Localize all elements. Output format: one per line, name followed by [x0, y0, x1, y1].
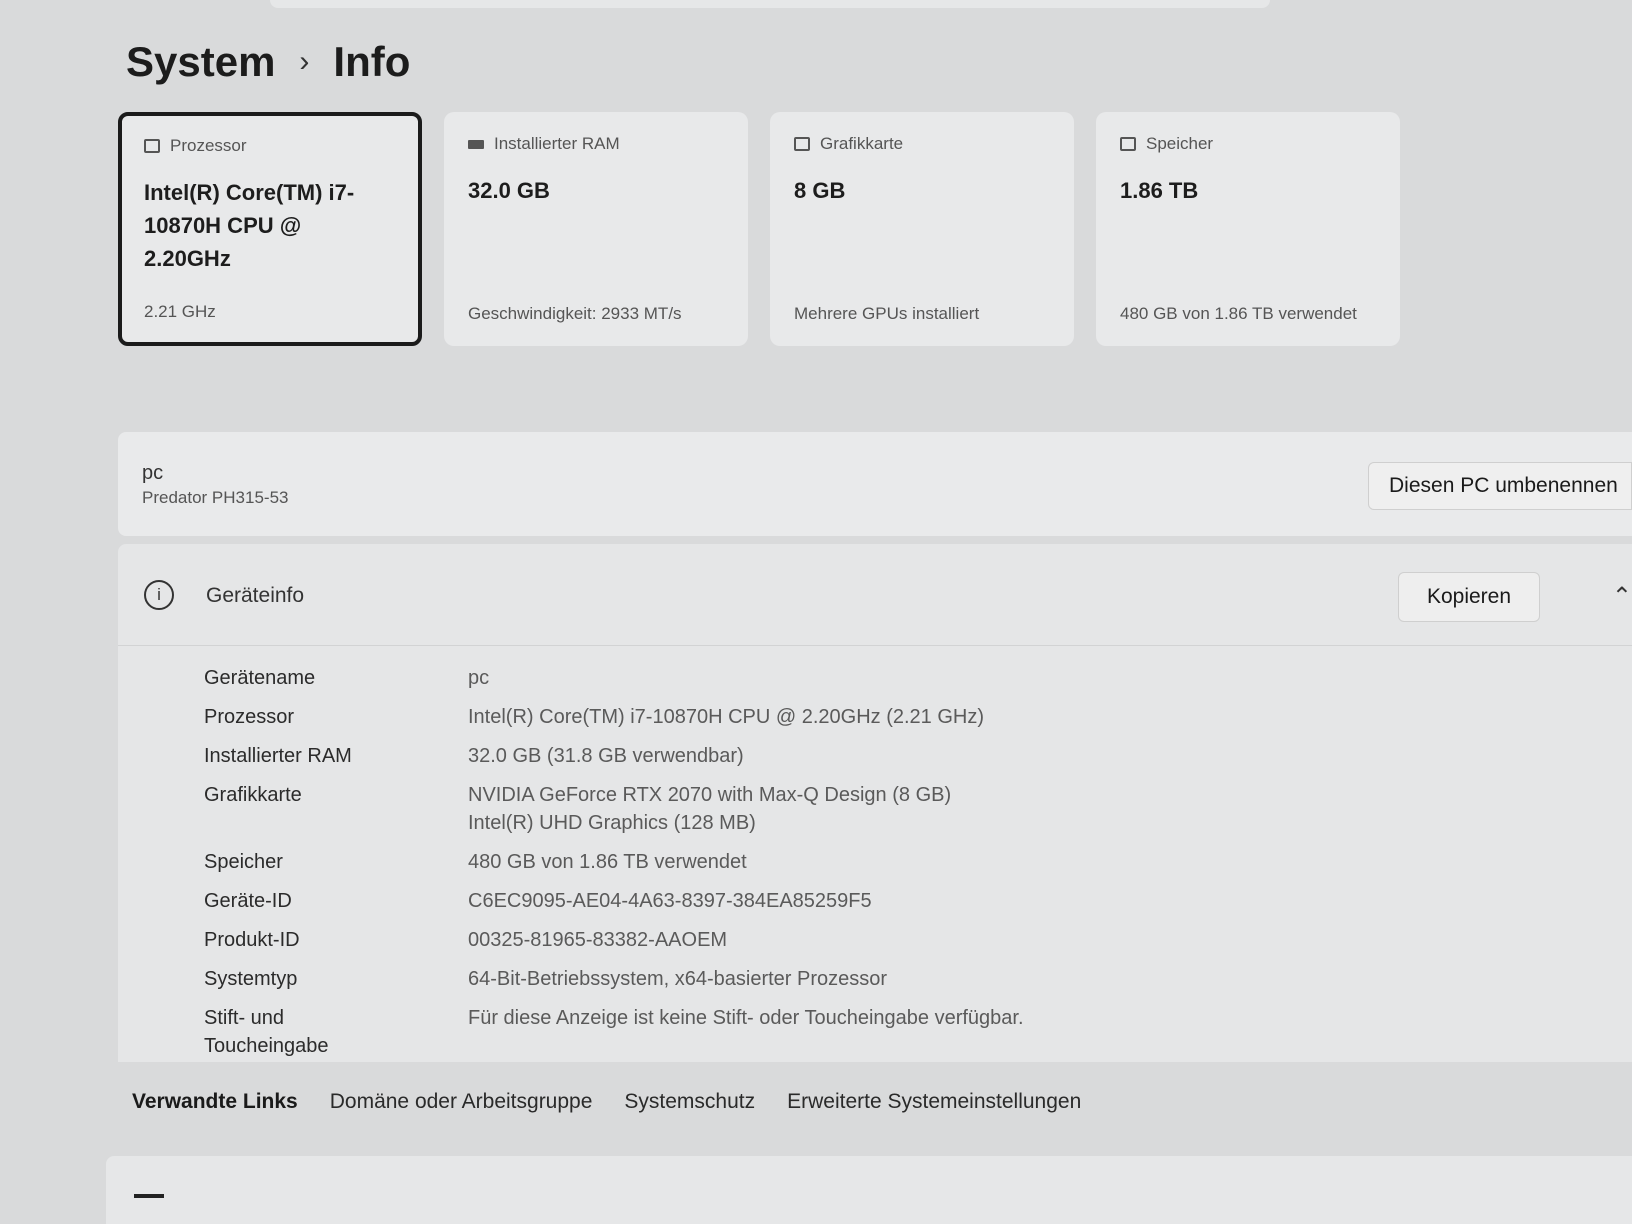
card-title: Prozessor [170, 136, 247, 155]
pc-name-panel: pc Predator PH315-53 Diesen PC umbenenne… [118, 432, 1632, 536]
info-row: Gerätename pc [118, 664, 1632, 692]
graphics-card-icon [794, 137, 810, 151]
top-strip [270, 0, 1270, 8]
related-links-title: Verwandte Links [132, 1090, 298, 1113]
card-head: Installierter RAM [468, 134, 724, 154]
card-title: Speicher [1146, 134, 1214, 153]
device-info-rows: Gerätename pc Prozessor Intel(R) Core(TM… [118, 664, 1632, 1071]
chevron-right-icon: › [299, 45, 310, 78]
card-storage[interactable]: Speicher 1.86 TB 480 GB von 1.86 TB verw… [1096, 112, 1400, 346]
info-value: 00325-81965-83382-AAOEM [468, 929, 728, 951]
breadcrumb-parent[interactable]: System [126, 38, 275, 86]
info-label: Systemtyp [204, 968, 298, 990]
card-head: Prozessor [144, 136, 396, 156]
info-value: Intel(R) Core(TM) i7-10870H CPU @ 2.20GH… [468, 706, 984, 728]
info-label: Speicher [204, 851, 283, 873]
card-head: Speicher [1120, 134, 1376, 154]
info-value: Für diese Anzeige ist keine Stift- oder … [468, 1007, 1024, 1029]
card-title: Installierter RAM [494, 134, 620, 153]
ram-icon [468, 139, 484, 149]
info-value: 64-Bit-Betriebssystem, x64-basierter Pro… [468, 968, 888, 990]
chevron-up-icon[interactable]: ⌃ [1612, 582, 1632, 611]
info-row: Stift- und Toucheingabe Für diese Anzeig… [118, 1004, 1632, 1060]
info-value: Intel(R) UHD Graphics (128 MB) [468, 812, 756, 834]
info-label: Gerätename [204, 667, 316, 689]
info-label: Grafikkarte [204, 784, 302, 806]
info-row: Grafikkarte NVIDIA GeForce RTX 2070 with… [118, 781, 1632, 837]
info-value: pc [468, 667, 490, 689]
info-row: Prozessor Intel(R) Core(TM) i7-10870H CP… [118, 703, 1632, 731]
info-label: Installierter RAM [204, 745, 352, 767]
card-value: Intel(R) Core(TM) i7-10870H CPU @ 2.20GH… [144, 180, 355, 271]
storage-icon [1120, 137, 1136, 151]
card-value: 8 GB [794, 178, 846, 203]
page-title: Info [333, 38, 411, 85]
device-info-title: Geräteinfo [206, 584, 305, 607]
info-row: Speicher 480 GB von 1.86 TB verwendet [118, 848, 1632, 876]
device-info-header[interactable]: i Geräteinfo Kopieren ⌃ [118, 544, 1632, 646]
pc-model: Predator PH315-53 [142, 488, 289, 507]
info-value: C6EC9095-AE04-4A63-8397-384EA85259F5 [468, 890, 872, 912]
info-label: Geräte-ID [204, 890, 292, 912]
card-processor[interactable]: Prozessor Intel(R) Core(TM) i7-10870H CP… [118, 112, 422, 346]
divider [134, 1194, 164, 1198]
settings-page: System › Info Prozessor Intel(R) Core(TM… [0, 0, 1632, 1224]
info-row: Systemtyp 64-Bit-Betriebssystem, x64-bas… [118, 965, 1632, 993]
info-row: Geräte-ID C6EC9095-AE04-4A63-8397-384EA8… [118, 887, 1632, 915]
card-graphics[interactable]: Grafikkarte 8 GB Mehrere GPUs installier… [770, 112, 1074, 346]
card-value: 1.86 TB [1120, 178, 1199, 203]
rename-pc-button[interactable]: Diesen PC umbenennen [1368, 462, 1632, 510]
info-value: 32.0 GB (31.8 GB verwendbar) [468, 745, 744, 767]
link-system-protection[interactable]: Systemschutz [624, 1090, 755, 1114]
related-links: Verwandte Links Domäne oder Arbeitsgrupp… [132, 1090, 1081, 1114]
info-row: Produkt-ID 00325-81965-83382-AAOEM [118, 926, 1632, 954]
pc-name: pc [142, 462, 164, 484]
card-value: 32.0 GB [468, 178, 550, 203]
card-sub: Mehrere GPUs installiert [794, 304, 980, 323]
spec-cards: Prozessor Intel(R) Core(TM) i7-10870H CP… [118, 112, 1400, 346]
device-info-panel: i Geräteinfo Kopieren ⌃ Gerätename pc Pr… [118, 544, 1632, 1062]
link-domain-workgroup[interactable]: Domäne oder Arbeitsgruppe [330, 1090, 593, 1114]
link-advanced-settings[interactable]: Erweiterte Systemeinstellungen [787, 1090, 1081, 1114]
info-value: 480 GB von 1.86 TB verwendet [468, 851, 747, 873]
card-sub: Geschwindigkeit: 2933 MT/s [468, 304, 682, 323]
info-label: Prozessor [204, 706, 295, 728]
bottom-panel [106, 1156, 1632, 1224]
info-label: Produkt-ID [204, 929, 300, 951]
info-value: NVIDIA GeForce RTX 2070 with Max-Q Desig… [468, 784, 952, 806]
card-ram[interactable]: Installierter RAM 32.0 GB Geschwindigkei… [444, 112, 748, 346]
card-sub: 480 GB von 1.86 TB verwendet [1120, 304, 1357, 323]
info-icon: i [144, 580, 174, 610]
card-sub: 2.21 GHz [144, 302, 216, 321]
copy-button[interactable]: Kopieren [1398, 572, 1540, 622]
info-value-group: NVIDIA GeForce RTX 2070 with Max-Q Desig… [384, 781, 951, 837]
breadcrumb: System › Info [126, 38, 410, 86]
processor-icon [144, 139, 160, 153]
info-row: Installierter RAM 32.0 GB (31.8 GB verwe… [118, 742, 1632, 770]
card-head: Grafikkarte [794, 134, 1050, 154]
card-title: Grafikkarte [820, 134, 904, 153]
info-label: Stift- und Toucheingabe [204, 1007, 329, 1057]
